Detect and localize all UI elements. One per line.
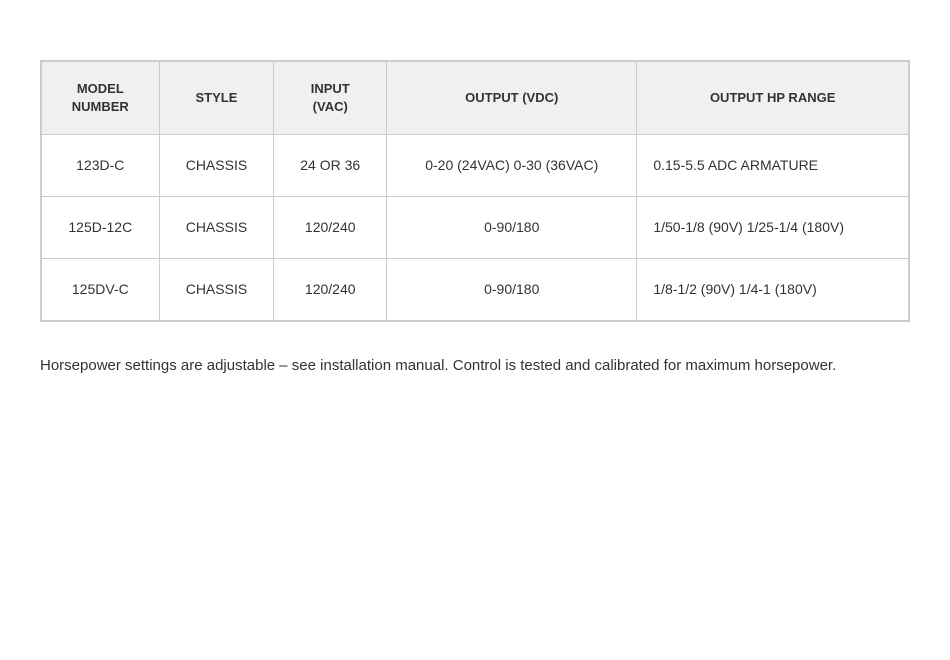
cell-model: 125DV-C	[42, 259, 160, 321]
col-header-input: INPUT(VAC)	[274, 62, 387, 135]
cell-style: CHASSIS	[159, 197, 274, 259]
table-row: 125DV-CCHASSIS120/2400-90/1801/8-1/2 (90…	[42, 259, 909, 321]
cell-output-hp: 1/8-1/2 (90V) 1/4-1 (180V)	[637, 259, 909, 321]
cell-output-hp: 1/50-1/8 (90V) 1/25-1/4 (180V)	[637, 197, 909, 259]
cell-model: 123D-C	[42, 135, 160, 197]
col-header-output-hp: OUTPUT HP RANGE	[637, 62, 909, 135]
cell-input: 120/240	[274, 259, 387, 321]
cell-output-vdc: 0-90/180	[387, 197, 637, 259]
table-row: 125D-12CCHASSIS120/2400-90/1801/50-1/8 (…	[42, 197, 909, 259]
cell-output-vdc: 0-90/180	[387, 259, 637, 321]
cell-input: 120/240	[274, 197, 387, 259]
table-row: 123D-CCHASSIS24 OR 360-20 (24VAC) 0-30 (…	[42, 135, 909, 197]
product-table: MODELNUMBER STYLE INPUT(VAC) OUTPUT (VDC…	[41, 61, 909, 321]
cell-output-vdc: 0-20 (24VAC) 0-30 (36VAC)	[387, 135, 637, 197]
footnote-text: Horsepower settings are adjustable – see…	[40, 354, 910, 378]
cell-model: 125D-12C	[42, 197, 160, 259]
cell-input: 24 OR 36	[274, 135, 387, 197]
cell-style: CHASSIS	[159, 259, 274, 321]
col-header-style: STYLE	[159, 62, 274, 135]
product-table-wrapper: MODELNUMBER STYLE INPUT(VAC) OUTPUT (VDC…	[40, 60, 910, 322]
cell-output-hp: 0.15-5.5 ADC ARMATURE	[637, 135, 909, 197]
cell-style: CHASSIS	[159, 135, 274, 197]
table-header-row: MODELNUMBER STYLE INPUT(VAC) OUTPUT (VDC…	[42, 62, 909, 135]
col-header-output-vdc: OUTPUT (VDC)	[387, 62, 637, 135]
col-header-model: MODELNUMBER	[42, 62, 160, 135]
